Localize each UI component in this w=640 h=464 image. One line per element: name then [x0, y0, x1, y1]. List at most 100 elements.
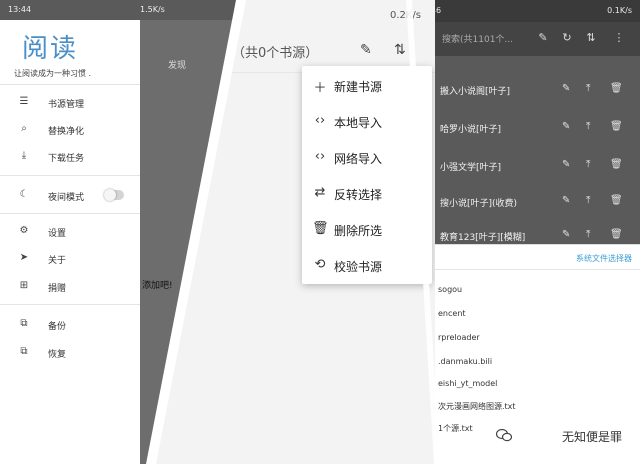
page-title: （共0个书源） [232, 46, 319, 61]
drawer-item-replace-purify[interactable]: ⌕ 替换净化 [0, 117, 140, 143]
file-item[interactable]: rpreloader [438, 333, 480, 342]
source-name: 哈罗小说[叶子] [440, 125, 502, 135]
drawer-item-restore[interactable]: ⧉ 恢复 [0, 340, 140, 366]
status-time: 13:44 [8, 5, 32, 14]
drawer-item-label: 关于 [48, 256, 67, 266]
drawer-item-label: 备份 [48, 322, 67, 332]
drawer-item-label: 捐赠 [48, 284, 67, 294]
send-icon: ➤ [19, 252, 29, 263]
menu-lines-icon: ☰ [19, 96, 29, 107]
navigation-drawer: 阅读 让阅读成为一种习惯 . ☰ 书源管理 ⌕ 替换净化 ⤓ 下载任务 ☾ 夜间… [0, 20, 140, 464]
code-icon: ‹› [314, 149, 326, 164]
drawer-item-label: 替换净化 [48, 127, 85, 137]
source-list: ✓ 搬入小说阁[叶子] ✎ ⤒ 🗑 ✓ 哈罗小说[叶子] ✎ ⤒ 🗑 ✓ 小强文… [410, 56, 640, 244]
delete-icon[interactable]: 🗑 [610, 83, 623, 94]
gear-icon: ⚙ [19, 225, 29, 236]
app-slogan: 让阅读成为一种习惯 . [14, 69, 92, 78]
sort-icon[interactable]: ⇅ [394, 42, 406, 58]
refresh-icon[interactable]: ↻ [560, 31, 574, 45]
menu-label: 反转选择 [334, 188, 383, 202]
to-top-icon[interactable]: ⤒ [586, 229, 590, 240]
right-phone-screen: 13:46 0.1K/s ⌕ 搜索(共1101个... ✎ ↻ ⇅ ⋮ ✓ 搬入… [410, 0, 640, 464]
status-net-speed: 1.5K/s [140, 5, 165, 14]
menu-item-invert-selection[interactable]: ⇄ 反转选择 [302, 176, 432, 212]
menu-label: 网络导入 [334, 152, 383, 166]
file-item[interactable]: .danmaku.bili [438, 357, 492, 366]
drawer-item-label: 恢复 [48, 350, 67, 360]
divider [0, 304, 140, 305]
edit-icon[interactable]: ✎ [562, 195, 570, 206]
source-row[interactable]: ✓ 哈罗小说[叶子] ✎ ⤒ 🗑 [410, 114, 640, 144]
edit-icon[interactable]: ✎ [562, 159, 570, 170]
edit-icon[interactable]: ✎ [536, 31, 550, 45]
edit-icon[interactable]: ✎ [562, 229, 570, 240]
divider [0, 175, 140, 176]
delete-icon[interactable]: 🗑 [610, 195, 623, 206]
check-source-icon: ⟲ [314, 257, 326, 272]
divider [0, 213, 140, 214]
source-row[interactable]: ✓ 小强文学[叶子] ✎ ⤒ 🗑 [410, 152, 640, 182]
trash-icon: 🗑 [312, 221, 329, 236]
search-replace-icon: ⌕ [21, 123, 27, 134]
file-item[interactable]: 次元漫画网络图源.txt [438, 401, 516, 412]
status-net-speed: 0.2K/s [389, 10, 421, 21]
file-item[interactable]: 1个源.txt [438, 423, 473, 434]
drawer-item-settings[interactable]: ⚙ 设置 [0, 219, 140, 245]
status-bar: 13:44 1.5K/s [0, 0, 240, 20]
background-hint-text: 添加吧! [142, 281, 173, 291]
menu-item-check-source[interactable]: ⟲ 校验书源 [302, 248, 432, 284]
status-bar: 13:46 0.1K/s [410, 0, 640, 22]
drawer-item-label: 下载任务 [48, 154, 85, 164]
picker-title[interactable]: 系统文件选择器 [576, 253, 632, 264]
drawer-item-source-management[interactable]: ☰ 书源管理 [0, 90, 140, 116]
menu-item-delete-selected[interactable]: 🗑 删除所选 [302, 212, 432, 248]
to-top-icon[interactable]: ⤒ [586, 121, 590, 132]
night-mode-toggle[interactable] [104, 189, 124, 201]
drawer-item-download-tasks[interactable]: ⤓ 下载任务 [0, 144, 140, 170]
to-top-icon[interactable]: ⤒ [586, 159, 590, 170]
source-name: 小强文学[叶子] [440, 163, 502, 173]
wechat-icon [496, 428, 512, 442]
menu-item-local-import[interactable]: ‹› 本地导入 [302, 104, 432, 140]
drawer-item-donate[interactable]: ⊞ 捐赠 [0, 274, 140, 300]
to-top-icon[interactable]: ⤒ [586, 195, 590, 206]
to-top-icon[interactable]: ⤒ [586, 83, 590, 94]
plus-icon: ＋ [313, 81, 327, 96]
more-icon[interactable]: ⋮ [612, 31, 626, 45]
drawer-item-night-mode[interactable]: ☾ 夜间模式 [0, 183, 140, 209]
sort-icon[interactable]: ⇅ [584, 31, 598, 45]
menu-label: 校验书源 [334, 260, 383, 274]
file-item[interactable]: eishi_yt_model [438, 379, 497, 388]
edit-icon[interactable]: ✎ [360, 42, 372, 58]
source-row[interactable]: ✓ 搜小说[叶子](收费) ✎ ⤒ 🗑 [410, 188, 640, 218]
edit-icon[interactable]: ✎ [562, 83, 570, 94]
drawer-item-about[interactable]: ➤ 关于 [0, 246, 140, 272]
drawer-item-label: 夜间模式 [48, 193, 85, 203]
menu-label: 本地导入 [334, 116, 383, 130]
watermark-text: 无知便是罪 [561, 430, 622, 444]
delete-icon[interactable]: 🗑 [610, 229, 623, 240]
divider [430, 269, 640, 270]
search-input[interactable]: 搜索(共1101个... [442, 32, 528, 46]
tab-discover[interactable]: 发现 [168, 58, 186, 71]
menu-item-new-source[interactable]: ＋ 新建书源 [302, 68, 432, 104]
moon-icon: ☾ [19, 189, 29, 200]
delete-icon[interactable]: 🗑 [610, 159, 623, 170]
backup-icon: ⧉ [20, 318, 28, 329]
status-net-speed: 0.1K/s [607, 6, 632, 15]
source-row[interactable]: ✓ 搬入小说阁[叶子] ✎ ⤒ 🗑 [410, 76, 640, 106]
swap-icon: ⇄ [314, 185, 326, 200]
download-icon: ⤓ [21, 150, 27, 161]
drawer-item-label: 书源管理 [48, 100, 85, 110]
drawer-item-backup[interactable]: ⧉ 备份 [0, 312, 140, 338]
code-icon: ‹› [314, 113, 326, 128]
file-item[interactable]: encent [438, 309, 466, 318]
divider [0, 84, 140, 85]
delete-icon[interactable]: 🗑 [610, 121, 623, 132]
menu-item-network-import[interactable]: ‹› 网络导入 [302, 140, 432, 176]
file-item[interactable]: sogou [438, 285, 462, 294]
gift-icon: ⊞ [19, 280, 29, 291]
source-name: 搬入小说阁[叶子] [440, 87, 511, 97]
edit-icon[interactable]: ✎ [562, 121, 570, 132]
source-name: 搜小说[叶子](收费) [440, 199, 518, 209]
